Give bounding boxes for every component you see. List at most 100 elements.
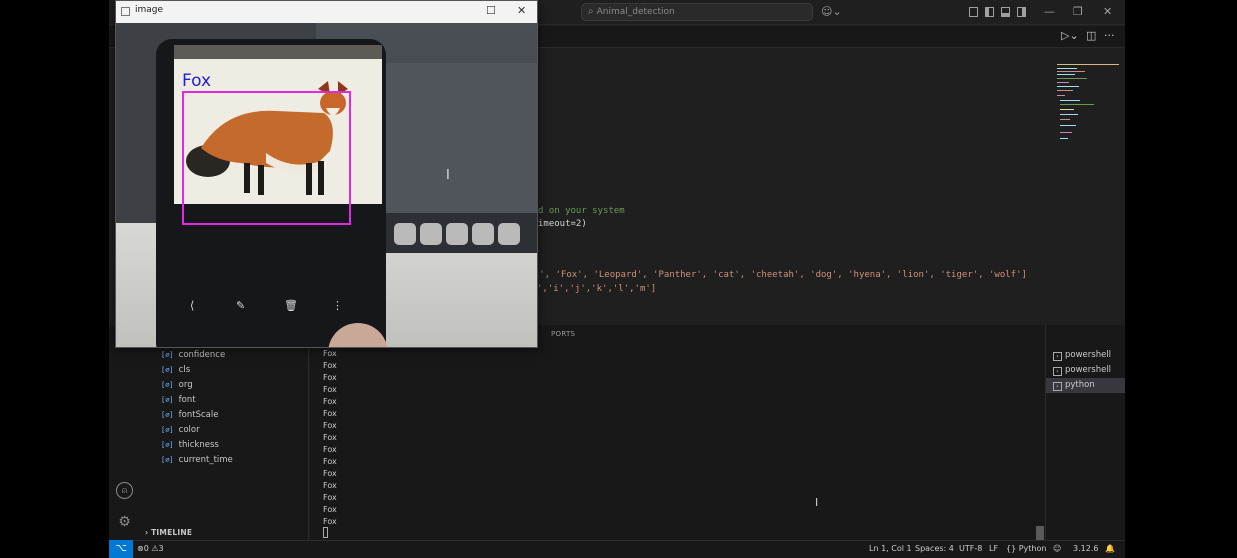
variable-icon: [⌀] [161, 411, 174, 419]
terminal-session-python[interactable]: › python [1046, 378, 1125, 393]
search-icon: ⌕ [588, 6, 594, 17]
variable-icon: [⌀] [161, 366, 174, 374]
braces-icon: {} [1006, 544, 1017, 553]
terminal-output-line: Fox [323, 493, 337, 502]
terminal-session-powershell-1[interactable]: › powershell [1046, 348, 1125, 363]
variable-icon: [⌀] [161, 351, 174, 359]
customize-layout-icon[interactable] [969, 7, 978, 17]
more-actions-icon[interactable]: ··· [1104, 29, 1115, 42]
terminal-session-label: python [1065, 380, 1095, 390]
edit-icon: ✎ [236, 299, 246, 312]
outline-item-label: current_time [178, 455, 233, 465]
terminal-output-line: Fox [323, 421, 337, 430]
close-icon[interactable]: ✕ [1103, 5, 1112, 19]
language-mode[interactable]: {} Python [1006, 543, 1046, 555]
detection-bounding-box [182, 91, 351, 225]
error-count: 0 [143, 544, 149, 553]
variable-icon: [⌀] [161, 426, 174, 434]
outline-item-label: thickness [178, 440, 219, 450]
copilot-status-icon[interactable]: ☺ [1053, 543, 1061, 555]
share-icon: ⟨ [190, 299, 195, 312]
outline-item-label: fontScale [178, 410, 219, 420]
terminal-output-line: Fox [323, 481, 337, 490]
terminal-output-line: Fox [323, 505, 337, 514]
command-center-text: Animal_detection [596, 7, 675, 17]
chevron-right-icon: › [145, 528, 149, 537]
minimap[interactable] [1054, 62, 1124, 142]
timeline-section-header[interactable]: › TIMELINE [145, 528, 192, 537]
image-window-title-bar[interactable]: image ☐ ✕ [116, 1, 537, 23]
outline-item-label: font [178, 395, 196, 405]
code-class-names-line: ant', 'Fox', 'Leopard', 'Panther', 'cat'… [523, 270, 1027, 280]
terminal-session-label: powershell [1065, 365, 1112, 375]
code-keys-line: ','i','j','k','l','m'] [537, 284, 657, 294]
app-icon [121, 7, 130, 16]
terminal-icon: › [1053, 382, 1062, 391]
code-timeout-line: imeout=2) [538, 219, 587, 229]
copilot-icon[interactable]: ☺⌄ [821, 5, 842, 19]
terminal-output-line: Fox [323, 349, 337, 358]
warning-count: 3 [158, 544, 164, 553]
outline-item-org[interactable]: [⌀] org [161, 378, 193, 392]
error-icon: ⊗ [137, 544, 144, 553]
outline-item-label: color [178, 425, 200, 435]
terminal-scrollbar[interactable] [1036, 526, 1044, 540]
image-window-title: image [135, 5, 164, 15]
accounts-icon[interactable]: ⍝ [116, 482, 133, 499]
outline-item-current-time[interactable]: [⌀] current_time [161, 453, 233, 467]
terminal-output-line: Fox [323, 433, 337, 442]
terminal-icon: › [1053, 352, 1062, 361]
terminal-output-line: Fox [323, 373, 337, 382]
indentation[interactable]: Spaces: 4 [915, 543, 954, 555]
terminal-session-powershell-2[interactable]: › powershell [1046, 363, 1125, 378]
outline-item-thickness[interactable]: [⌀] thickness [161, 438, 219, 452]
notifications-bell-icon[interactable]: 🔔 [1105, 543, 1115, 555]
terminal-panel[interactable] [310, 325, 1045, 540]
variable-icon: [⌀] [161, 381, 174, 389]
activity-bar [109, 325, 139, 540]
camera-frame: Fox ⟨ ✎ 🗑 ⋮ I [116, 23, 537, 347]
problems-indicator[interactable]: ⊗0 ⚠3 [137, 543, 164, 555]
toggle-primary-sidebar-icon[interactable] [985, 7, 994, 17]
maximize-icon[interactable]: ☐ [486, 4, 496, 17]
minimize-icon[interactable]: — [1044, 5, 1055, 19]
terminal-session-label: powershell [1065, 350, 1112, 360]
tab-ports[interactable]: PORTS [551, 330, 575, 338]
opencv-image-window[interactable]: image ☐ ✕ Fox ⟨ ✎ 🗑 ⋮ I [115, 0, 538, 348]
outline-item-cls[interactable]: [⌀] cls [161, 363, 190, 377]
delete-icon: 🗑 [284, 299, 298, 312]
toggle-secondary-sidebar-icon[interactable] [1017, 7, 1026, 17]
terminal-output-line: Fox [323, 409, 337, 418]
split-editor-icon[interactable]: ◫ [1086, 29, 1096, 42]
outline-item-label: org [178, 380, 193, 390]
variable-icon: [⌀] [161, 456, 174, 464]
more-vertical-icon: ⋮ [332, 299, 343, 312]
close-icon[interactable]: ✕ [517, 4, 526, 17]
screen: ⌕ Animal_detection ☺⌄ — ❐ ✕ ▷⌄ ◫ ··· d on… [0, 0, 1237, 558]
toggle-panel-icon[interactable] [1001, 7, 1010, 17]
terminal-cursor [323, 527, 328, 538]
end-of-line[interactable]: LF [989, 543, 998, 555]
terminal-icon: › [1053, 367, 1062, 376]
restore-icon[interactable]: ❐ [1073, 5, 1083, 19]
outline-item-confidence[interactable]: [⌀] confidence [161, 348, 225, 362]
warning-icon: ⚠ [151, 544, 159, 553]
outline-item-label: confidence [178, 350, 226, 360]
run-python-file-icon[interactable]: ▷⌄ [1061, 29, 1079, 42]
command-center-search[interactable]: ⌕ Animal_detection [581, 3, 813, 21]
encoding[interactable]: UTF-8 [959, 543, 982, 555]
mouse-cursor-icon: I [446, 168, 450, 183]
detection-label: Fox [182, 71, 212, 91]
cursor-position[interactable]: Ln 1, Col 1 [869, 543, 912, 555]
python-version[interactable]: 3.12.6 [1073, 543, 1098, 555]
code-comment-line: d on your system [538, 206, 625, 216]
gear-icon[interactable]: ⚙ [116, 514, 133, 531]
terminal-output-line: Fox [323, 397, 337, 406]
remote-indicator-icon[interactable]: ⌥ [109, 540, 133, 558]
terminal-output-line: Fox [323, 457, 337, 466]
outline-item-color[interactable]: [⌀] color [161, 423, 200, 437]
language-label: Python [1018, 544, 1047, 553]
outline-item-font[interactable]: [⌀] font [161, 393, 196, 407]
variable-icon: [⌀] [161, 396, 174, 404]
outline-item-fontscale[interactable]: [⌀] fontScale [161, 408, 218, 422]
